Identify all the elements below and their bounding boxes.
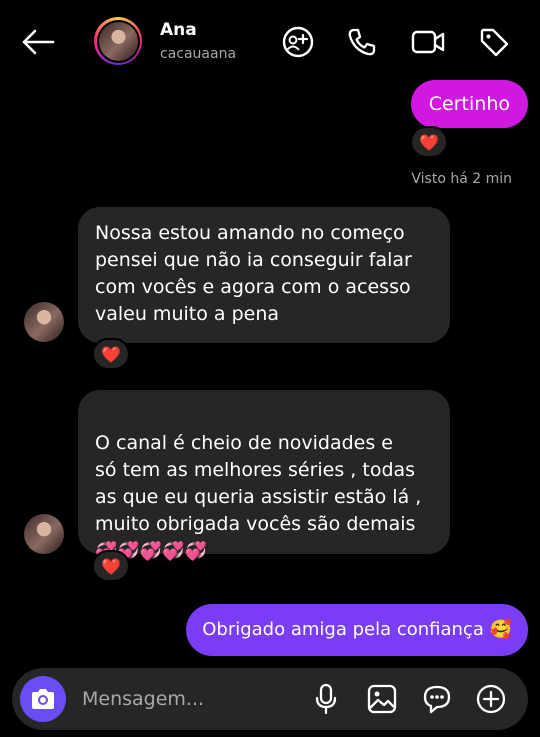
plus-icon[interactable] bbox=[474, 682, 508, 716]
sender-avatar bbox=[24, 302, 64, 342]
add-people-icon[interactable] bbox=[280, 24, 316, 60]
sticker-icon[interactable] bbox=[420, 682, 454, 716]
microphone-icon[interactable] bbox=[309, 682, 343, 716]
message-input[interactable] bbox=[82, 683, 302, 715]
message-composer bbox=[12, 668, 528, 730]
seen-status: Visto há 2 min bbox=[411, 171, 512, 187]
heart-reaction[interactable]: ❤️ bbox=[410, 126, 448, 158]
heart-reaction[interactable]: ❤️ bbox=[92, 550, 130, 582]
message-text: O canal é cheio de novidades e só tem as… bbox=[95, 432, 422, 535]
phone-icon[interactable] bbox=[344, 24, 380, 60]
tag-icon[interactable] bbox=[476, 24, 512, 60]
contact-username[interactable]: cacauaana bbox=[160, 46, 236, 62]
back-arrow-icon[interactable] bbox=[18, 24, 58, 60]
incoming-message[interactable]: Nossa estou amando no começo pensei que … bbox=[78, 207, 450, 343]
avatar[interactable] bbox=[94, 17, 142, 65]
incoming-message[interactable]: O canal é cheio de novidades e só tem as… bbox=[78, 390, 450, 562]
heart-reaction[interactable]: ❤️ bbox=[92, 338, 130, 370]
gallery-icon[interactable] bbox=[365, 682, 399, 716]
message-emoji-line: 💞💞💞💞💞 bbox=[95, 541, 208, 562]
sender-avatar bbox=[24, 514, 64, 554]
outgoing-message[interactable]: Certinho bbox=[410, 80, 528, 128]
contact-name[interactable]: Ana bbox=[160, 20, 197, 40]
outgoing-message[interactable]: Obrigado amiga pela confiança 🥰 bbox=[186, 604, 528, 656]
camera-icon[interactable] bbox=[20, 676, 66, 722]
chat-header: Ana cacauaana bbox=[0, 0, 540, 84]
video-call-icon[interactable] bbox=[410, 24, 446, 60]
